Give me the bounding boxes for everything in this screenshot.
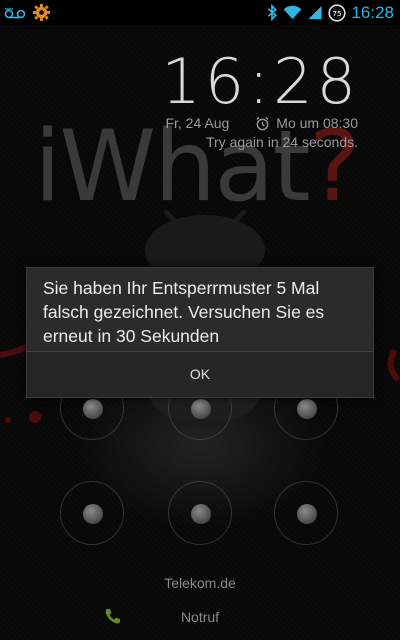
pattern-dot[interactable] bbox=[168, 481, 232, 545]
voicemail-icon bbox=[4, 7, 26, 18]
lockscreen-date: Fr, 24 Aug bbox=[165, 115, 230, 131]
pattern-dot[interactable] bbox=[274, 481, 338, 545]
status-time: 16:28 bbox=[351, 3, 394, 22]
date-alarm-row: Fr, 24 Aug Mo um 08:30 bbox=[165, 115, 358, 131]
bluetooth-icon bbox=[268, 4, 278, 21]
ok-button[interactable]: OK bbox=[27, 352, 373, 397]
carrier-label: Telekom.de bbox=[164, 575, 236, 591]
cell-signal-icon bbox=[308, 5, 323, 20]
settings-gear-icon bbox=[32, 3, 51, 22]
lockout-dialog: Sie haben Ihr Entsperrmuster 5 Mal falsc… bbox=[26, 267, 374, 398]
battery-icon: 75 bbox=[328, 3, 347, 22]
status-bar: 75 16:28 bbox=[0, 0, 400, 25]
try-again-text: Try again in 24 seconds. bbox=[205, 134, 358, 150]
emergency-call-button[interactable]: Notruf bbox=[100, 604, 300, 632]
next-alarm: Mo um 08:30 bbox=[276, 115, 358, 131]
pattern-dot[interactable] bbox=[60, 481, 124, 545]
lockscreen-clock: 16:28 bbox=[161, 45, 360, 118]
battery-level: 75 bbox=[333, 10, 342, 18]
dialog-message: Sie haben Ihr Entsperrmuster 5 Mal falsc… bbox=[43, 278, 325, 346]
emergency-label: Notruf bbox=[180, 609, 220, 625]
wifi-icon bbox=[284, 5, 302, 20]
alarm-clock-icon bbox=[256, 116, 269, 130]
